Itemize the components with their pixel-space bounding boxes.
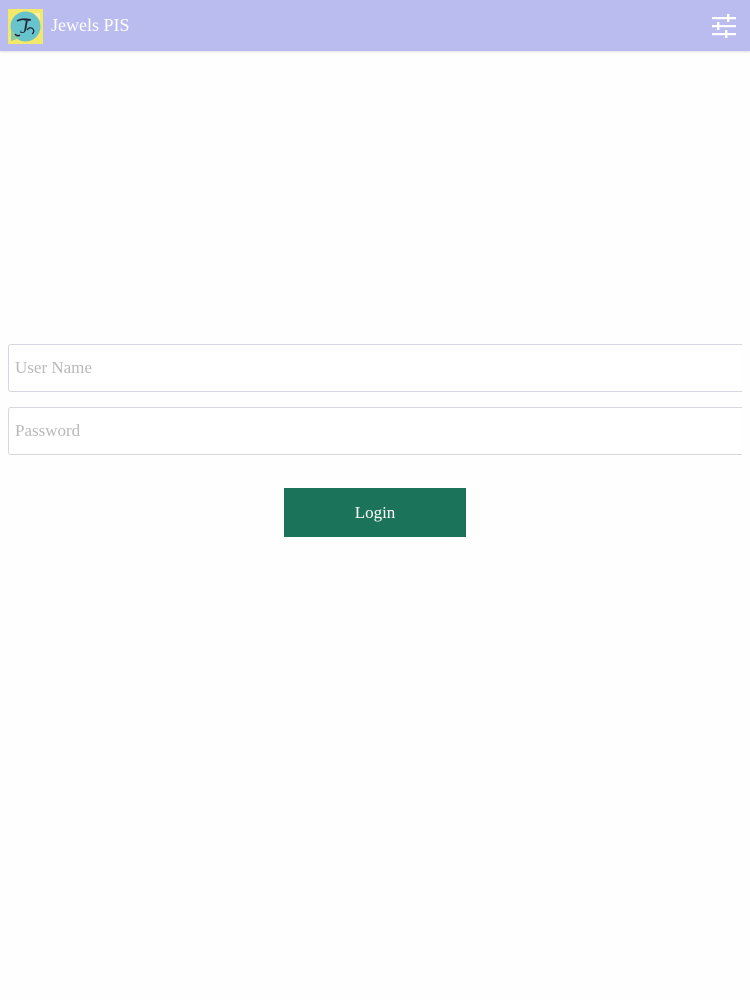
app-title: Jewels PIS bbox=[51, 15, 130, 35]
app-bar: J Jewels PIS bbox=[0, 0, 750, 51]
settings-button[interactable] bbox=[706, 9, 742, 43]
login-button[interactable]: Login bbox=[284, 488, 466, 537]
sliders-settings-icon bbox=[712, 14, 736, 38]
username-input[interactable] bbox=[8, 344, 742, 392]
app-logo-icon: J bbox=[8, 9, 43, 44]
password-input[interactable] bbox=[8, 407, 742, 455]
